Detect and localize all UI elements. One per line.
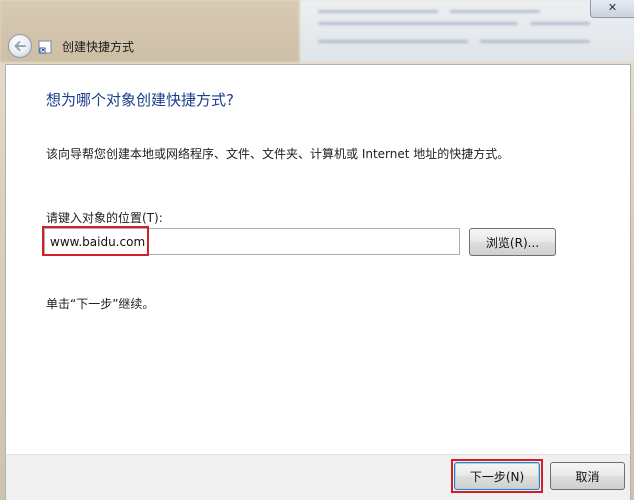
- command-area: 下一步(N) 取消: [5, 454, 631, 500]
- title-bar: 创建快捷方式: [0, 26, 634, 64]
- close-button[interactable]: ✕: [590, 0, 634, 18]
- next-button[interactable]: 下一步(N): [454, 462, 540, 490]
- close-icon[interactable]: ✕: [608, 1, 617, 14]
- window-title: 创建快捷方式: [62, 40, 135, 54]
- wizard-content: 想为哪个对象创建快捷方式? 该向导帮您创建本地或网络程序、文件、文件夹、计算机或…: [5, 64, 631, 454]
- back-button[interactable]: [8, 34, 32, 58]
- location-label: 请键入对象的位置(T):: [46, 211, 163, 225]
- back-arrow-icon[interactable]: [13, 39, 27, 53]
- create-shortcut-wizard: ✕ 创建快捷方式 想为哪个对象创建快捷方式? 该向导帮您创建本地或网络程序、文件…: [0, 0, 634, 500]
- main-instruction: 想为哪个对象创建快捷方式?: [46, 91, 234, 109]
- browse-button[interactable]: 浏览(R)...: [469, 228, 556, 256]
- shortcut-icon: [38, 40, 52, 54]
- cancel-button[interactable]: 取消: [550, 462, 625, 490]
- wizard-description: 该向导帮您创建本地或网络程序、文件、文件夹、计算机或 Internet 地址的快…: [46, 147, 510, 161]
- continue-hint: 单击“下一步”继续。: [46, 297, 155, 311]
- location-input[interactable]: [44, 228, 460, 255]
